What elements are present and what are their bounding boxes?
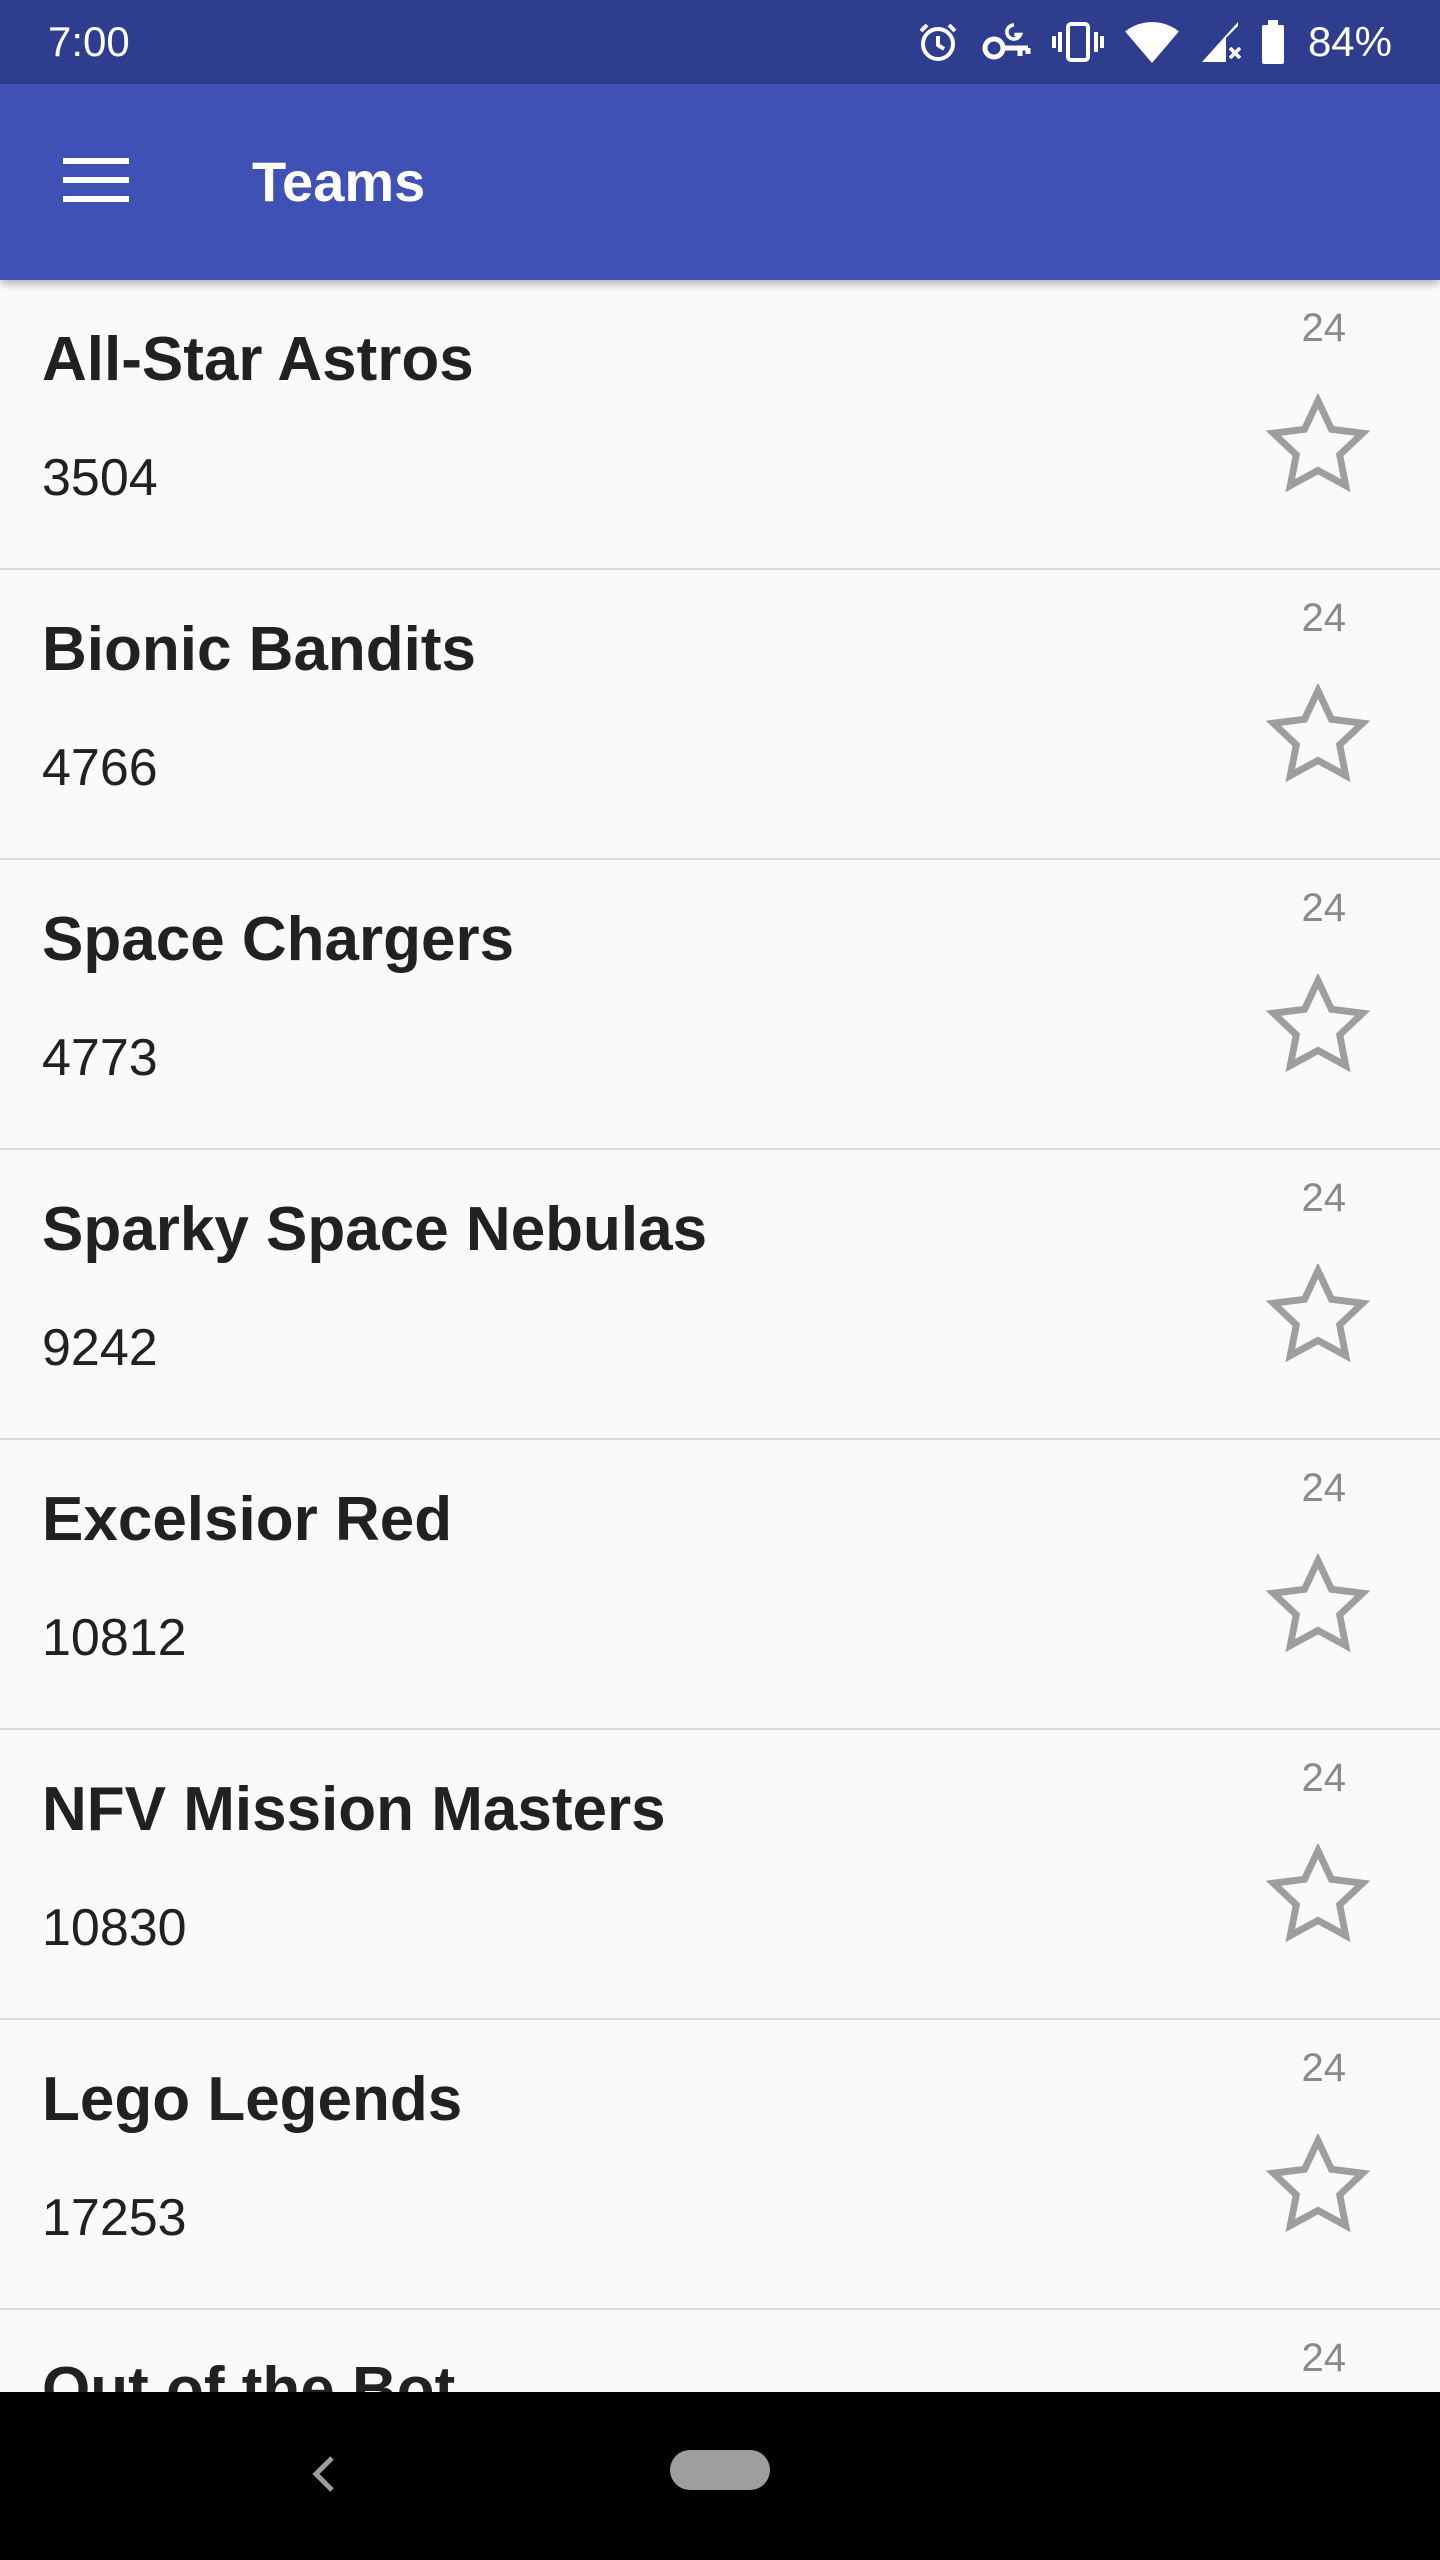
favorite-button[interactable] [1256, 1254, 1380, 1378]
team-count: 24 [1301, 1756, 1347, 1800]
team-number: 9242 [42, 1319, 158, 1377]
favorite-button[interactable] [1256, 1834, 1380, 1958]
team-number: 3504 [42, 449, 158, 507]
team-count: 24 [1301, 2046, 1347, 2090]
status-time: 7:00 [48, 18, 130, 65]
team-count: 24 [1301, 306, 1347, 350]
team-name: Space Chargers [42, 905, 515, 974]
star-outline-icon [1265, 1842, 1371, 1949]
team-name: Bionic Bandits [42, 615, 477, 684]
team-name: Lego Legends [42, 2065, 463, 2134]
back-icon [308, 2452, 340, 2501]
battery-percent: 84% [1307, 18, 1392, 65]
team-count: 24 [1301, 2336, 1347, 2380]
star-outline-icon [1265, 392, 1371, 499]
team-row[interactable]: Sparky Space Nebulas 9242 24 [0, 1150, 1440, 1440]
team-name: NFV Mission Masters [42, 1775, 666, 1844]
team-name: Sparky Space Nebulas [42, 1195, 708, 1264]
system-nav-bar [0, 2392, 1440, 2560]
battery-icon [1260, 18, 1286, 66]
team-row[interactable]: NFV Mission Masters 10830 24 [0, 1730, 1440, 2020]
cell-signal-icon [1198, 18, 1242, 66]
team-count: 24 [1301, 1176, 1347, 1220]
team-number: 4773 [42, 1029, 158, 1087]
star-outline-icon [1265, 2132, 1371, 2239]
team-number: 4766 [42, 739, 158, 797]
favorite-button[interactable] [1256, 674, 1380, 798]
favorite-button[interactable] [1256, 964, 1380, 1088]
team-row[interactable]: Lego Legends 17253 24 [0, 2020, 1440, 2310]
team-row[interactable]: All-Star Astros 3504 24 [0, 280, 1440, 570]
status-icons: 84% [914, 0, 1392, 84]
team-count: 24 [1301, 1466, 1347, 1510]
team-list[interactable]: All-Star Astros 3504 24 Bionic Bandits 4… [0, 280, 1440, 2392]
vibrate-icon [1050, 18, 1106, 66]
app-bar: Teams [0, 84, 1440, 280]
team-count: 24 [1301, 596, 1347, 640]
team-row[interactable]: Bionic Bandits 4766 24 [0, 570, 1440, 860]
star-outline-icon [1265, 972, 1371, 1079]
team-count: 24 [1301, 886, 1347, 930]
team-name: Excelsior Red [42, 1485, 453, 1554]
star-outline-icon [1265, 1552, 1371, 1659]
team-name: All-Star Astros [42, 325, 474, 394]
team-row[interactable]: Out of the Bot 24 [0, 2310, 1440, 2392]
home-pill-icon[interactable] [670, 2450, 770, 2490]
team-row[interactable]: Space Chargers 4773 24 [0, 860, 1440, 1150]
vpn-key-icon [980, 18, 1032, 66]
team-name: Out of the Bot [42, 2355, 456, 2392]
star-outline-icon [1265, 682, 1371, 789]
back-button[interactable] [280, 2432, 368, 2520]
team-number: 10830 [42, 1899, 187, 1957]
team-number: 17253 [42, 2189, 187, 2247]
wifi-icon [1124, 18, 1180, 66]
favorite-button[interactable] [1256, 1544, 1380, 1668]
star-outline-icon [1265, 1262, 1371, 1369]
team-row[interactable]: Excelsior Red 10812 24 [0, 1440, 1440, 1730]
favorite-button[interactable] [1256, 2124, 1380, 2248]
team-number: 10812 [42, 1609, 187, 1667]
page-title: Teams [252, 150, 426, 213]
menu-button[interactable] [48, 134, 144, 230]
menu-icon [63, 156, 129, 209]
status-bar: 7:00 84% [0, 0, 1440, 84]
favorite-button[interactable] [1256, 384, 1380, 508]
alarm-icon [914, 18, 962, 66]
